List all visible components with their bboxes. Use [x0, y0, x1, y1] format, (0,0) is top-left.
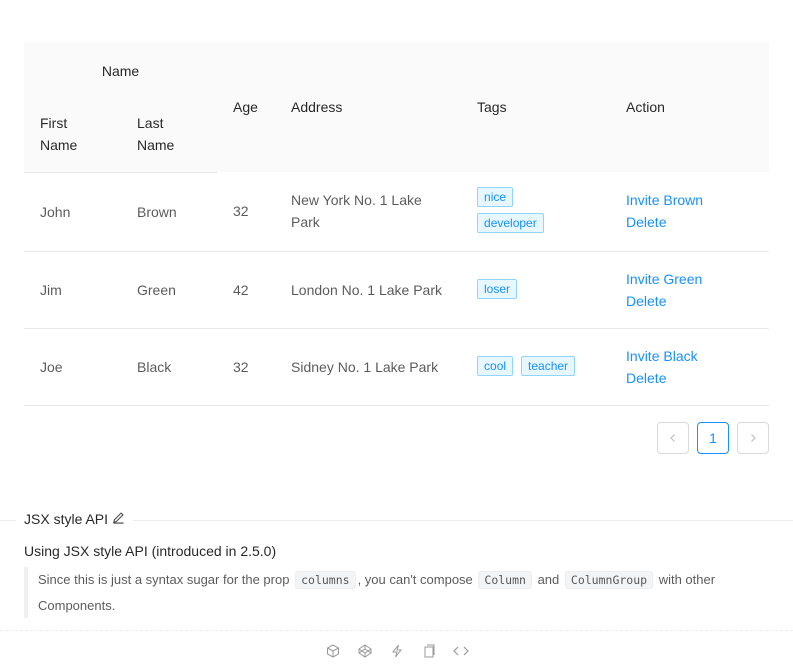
code-icon[interactable] — [452, 643, 469, 659]
tags-cell: cool teacher — [461, 328, 611, 406]
users-table: Name Age Address Tags Action First Name … — [24, 42, 770, 406]
edit-icon[interactable] — [112, 511, 125, 527]
invite-link[interactable]: Invite Green — [626, 271, 702, 287]
address-cell: London No. 1 Lake Park — [275, 251, 462, 329]
page-1-button[interactable]: 1 — [697, 422, 729, 454]
demo-actions — [0, 630, 793, 670]
tag: teacher — [521, 355, 576, 376]
tags-cell: loser — [461, 251, 611, 329]
tag: cool — [477, 355, 514, 376]
codepen-icon[interactable] — [357, 643, 373, 659]
delete-link[interactable]: Delete — [626, 214, 666, 230]
table-row: Joe Black 32 Sidney No. 1 Lake Park cool… — [24, 328, 770, 406]
desc-text: Since this is just a syntax sugar for th… — [38, 572, 290, 587]
delete-link[interactable]: Delete — [626, 293, 666, 309]
demo-title-text: JSX style API — [24, 511, 109, 527]
thunderbolt-icon[interactable] — [389, 643, 405, 659]
age-cell: 32 — [217, 172, 276, 252]
address-cell: Sidney No. 1 Lake Park — [275, 328, 462, 406]
name-group-header: Name — [24, 42, 218, 96]
address-cell: New York No. 1 Lake Park — [275, 172, 462, 252]
tags-cell: nice developer — [461, 172, 611, 252]
invite-link[interactable]: Invite Brown — [626, 192, 703, 208]
chevron-left-icon — [670, 434, 675, 442]
prev-page-button[interactable] — [657, 422, 689, 454]
last-name-cell: Black — [121, 328, 218, 406]
first-name-cell: Joe — [24, 328, 121, 406]
code-column: Column — [478, 571, 532, 589]
code-columns: columns — [295, 571, 356, 589]
invite-link[interactable]: Invite Black — [626, 348, 698, 364]
age-cell: 42 — [217, 251, 276, 329]
age-cell: 32 — [217, 328, 276, 406]
tag: nice — [477, 187, 514, 208]
delete-link[interactable]: Delete — [626, 370, 666, 386]
desc-text: , you can't compose — [357, 572, 473, 587]
last-name-cell: Brown — [121, 172, 218, 252]
last-name-cell: Green — [121, 251, 218, 329]
desc-text: and — [537, 572, 560, 587]
action-header: Action — [610, 42, 770, 172]
table-row: Jim Green 42 London No. 1 Lake Park lose… — [24, 251, 770, 329]
tag: developer — [477, 213, 544, 234]
first-name-cell: Jim — [24, 251, 121, 329]
demo-title: JSX style API — [16, 511, 134, 527]
code-columngroup: ColumnGroup — [564, 571, 654, 589]
action-cell: Invite Brown Delete — [610, 172, 770, 252]
first-name-header: First Name — [24, 96, 121, 173]
first-name-cell: John — [24, 172, 121, 252]
chevron-right-icon — [751, 434, 756, 442]
table-row: John Brown 32 New York No. 1 Lake Park n… — [24, 172, 770, 252]
codesandbox-icon[interactable] — [325, 643, 341, 659]
last-name-header: Last Name — [121, 96, 218, 173]
tag: loser — [477, 278, 518, 299]
action-cell: Invite Black Delete — [610, 328, 770, 406]
demo-heading: Using JSX style API (introduced in 2.5.0… — [24, 543, 277, 559]
copy-icon[interactable] — [421, 643, 437, 659]
pagination: 1 — [657, 422, 769, 454]
age-header: Age — [217, 42, 276, 172]
demo-description: Since this is just a syntax sugar for th… — [24, 567, 769, 618]
next-page-button[interactable] — [737, 422, 769, 454]
tags-header: Tags — [461, 42, 611, 172]
address-header: Address — [275, 42, 462, 172]
action-cell: Invite Green Delete — [610, 251, 770, 329]
